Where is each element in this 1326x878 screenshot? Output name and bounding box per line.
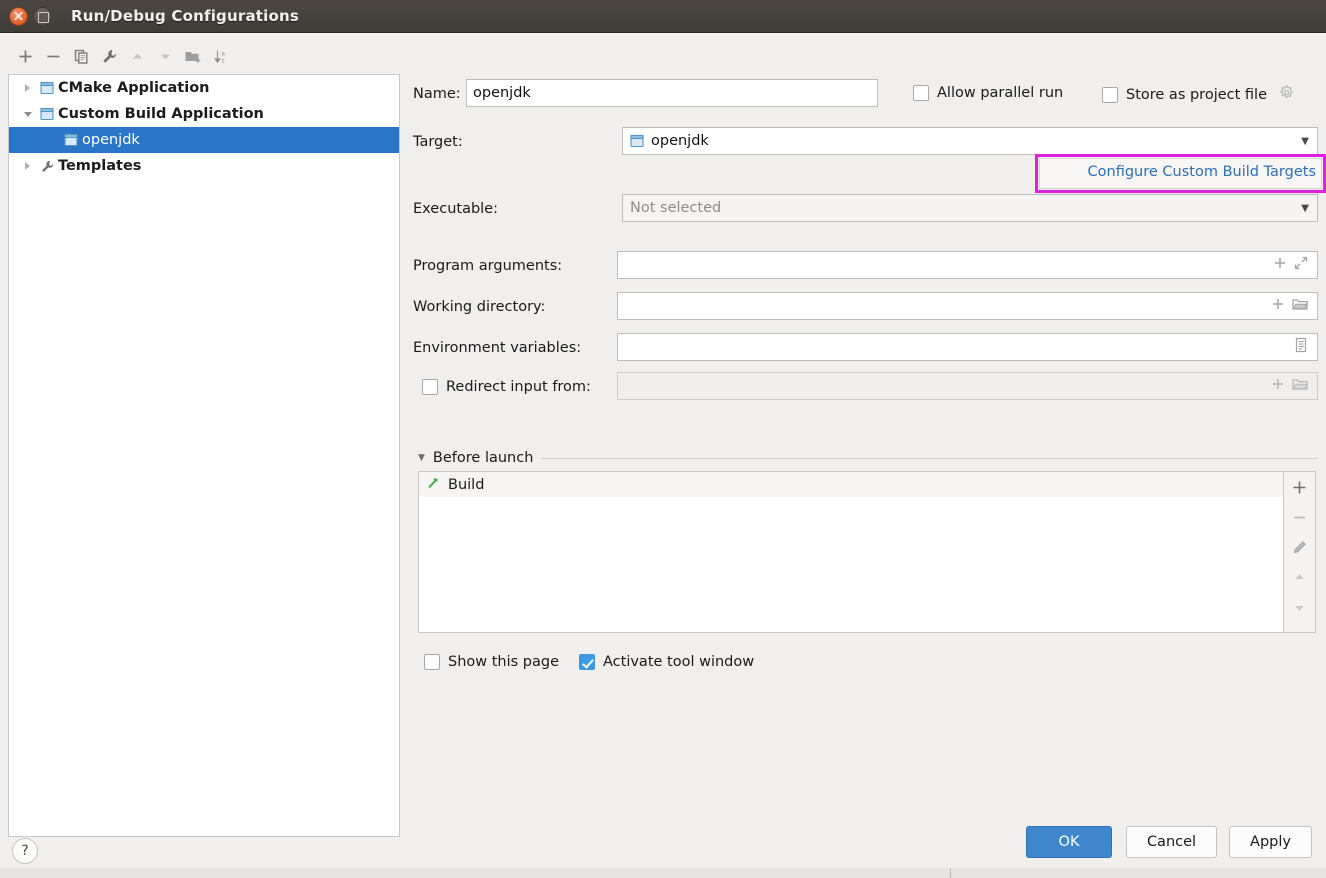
- application-icon: [36, 81, 58, 95]
- before-launch-side-toolbar: [1284, 471, 1316, 633]
- plus-icon[interactable]: [1271, 297, 1285, 315]
- remove-button[interactable]: [40, 45, 66, 69]
- chevron-down-icon[interactable]: ▼: [1301, 136, 1313, 147]
- window-titlebar: Run/Debug Configurations: [0, 0, 1326, 33]
- program-arguments-label: Program arguments:: [413, 258, 563, 274]
- tree-node-cmake-application[interactable]: CMake Application: [9, 75, 399, 101]
- executable-combobox[interactable]: Not selected ▼: [622, 194, 1318, 222]
- help-button[interactable]: ?: [12, 838, 38, 864]
- folder-icon[interactable]: [1292, 297, 1308, 315]
- application-icon: [36, 107, 58, 121]
- application-icon: [60, 133, 82, 147]
- allow-parallel-run-checkbox[interactable]: [913, 85, 929, 101]
- tree-node-custom-build-application[interactable]: Custom Build Application: [9, 101, 399, 127]
- tree-node-label: Custom Build Application: [58, 106, 264, 122]
- application-icon: [630, 134, 644, 148]
- redirect-input-row[interactable]: Redirect input from:: [422, 379, 591, 395]
- copy-icon[interactable]: [68, 45, 94, 69]
- expander-collapsed-icon[interactable]: [19, 161, 36, 171]
- edit-task-button[interactable]: [1285, 532, 1315, 562]
- tree-node-label: openjdk: [82, 132, 140, 148]
- show-this-page-label: Show this page: [448, 654, 560, 670]
- list-document-icon[interactable]: [1294, 337, 1308, 357]
- tree-node-templates[interactable]: Templates: [9, 153, 399, 179]
- section-divider: [541, 457, 1318, 459]
- strip-divider: [950, 868, 951, 878]
- before-launch-task-list[interactable]: Build: [418, 471, 1284, 633]
- tree-node-label: Templates: [58, 158, 142, 174]
- cancel-button[interactable]: Cancel: [1126, 826, 1217, 858]
- show-this-page-row[interactable]: Show this page: [424, 654, 559, 670]
- working-directory-label: Working directory:: [413, 299, 546, 315]
- wrench-icon[interactable]: [96, 45, 122, 69]
- target-value: openjdk: [651, 133, 709, 149]
- target-combobox[interactable]: openjdk ▼: [622, 127, 1318, 155]
- configurations-pane: a z CMake Application Custom Build Appli…: [0, 33, 404, 845]
- move-task-up-button[interactable]: [1285, 562, 1315, 592]
- expander-expanded-icon[interactable]: ▼: [418, 453, 425, 463]
- apply-button[interactable]: Apply: [1229, 826, 1312, 858]
- move-task-down-button[interactable]: [1285, 592, 1315, 622]
- chevron-down-icon[interactable]: ▼: [1301, 203, 1313, 214]
- tree-toolbar: a z: [8, 43, 400, 70]
- configure-custom-build-targets-link[interactable]: Configure Custom Build Targets: [1039, 164, 1316, 180]
- svg-text:z: z: [221, 58, 224, 64]
- expander-expanded-icon[interactable]: [19, 110, 36, 119]
- redirect-input-label: Redirect input from:: [446, 379, 591, 395]
- allow-parallel-run-label: Allow parallel run: [937, 85, 1064, 101]
- arrow-down-icon[interactable]: [152, 45, 178, 69]
- configurations-tree[interactable]: CMake Application Custom Build Applicati…: [8, 74, 400, 837]
- run-debug-configurations-dialog: Run/Debug Configurations a z CMake Appli…: [0, 0, 1326, 878]
- dialog-content: a z CMake Application Custom Build Appli…: [0, 33, 1326, 878]
- store-as-project-file-row[interactable]: Store as project file: [1102, 85, 1294, 104]
- program-arguments-input[interactable]: [617, 251, 1318, 279]
- activate-tool-window-checkbox[interactable]: [579, 654, 595, 670]
- gear-icon[interactable]: [1279, 85, 1294, 104]
- folder-add-icon[interactable]: [180, 45, 206, 69]
- working-directory-input[interactable]: [617, 292, 1318, 320]
- ok-button[interactable]: OK: [1026, 826, 1112, 858]
- store-as-project-file-label: Store as project file: [1126, 86, 1267, 103]
- store-as-project-file-checkbox[interactable]: [1102, 86, 1118, 103]
- task-label: Build: [448, 476, 485, 493]
- arrow-up-icon[interactable]: [124, 45, 150, 69]
- allow-parallel-run-row[interactable]: Allow parallel run: [913, 85, 1063, 101]
- redirect-input-field[interactable]: [617, 372, 1318, 400]
- background-window-strip: [0, 868, 1326, 878]
- before-launch-title: Before launch: [432, 450, 534, 466]
- activate-tool-window-row[interactable]: Activate tool window: [579, 654, 754, 670]
- folder-icon[interactable]: [1292, 377, 1308, 395]
- plus-icon[interactable]: [1271, 377, 1285, 395]
- executable-placeholder: Not selected: [630, 200, 722, 216]
- target-label: Target:: [413, 134, 463, 150]
- svg-text:a: a: [221, 52, 225, 58]
- sort-az-icon[interactable]: a z: [208, 45, 234, 69]
- hammer-icon: [426, 475, 441, 494]
- add-task-button[interactable]: [1285, 472, 1315, 502]
- wrench-icon: [36, 159, 58, 174]
- window-title: Run/Debug Configurations: [71, 7, 300, 25]
- task-row-build[interactable]: Build: [419, 472, 1283, 497]
- add-button[interactable]: [12, 45, 38, 69]
- before-launch-header[interactable]: ▼ Before launch: [418, 450, 1318, 466]
- tree-node-label: CMake Application: [58, 80, 210, 96]
- tree-node-openjdk[interactable]: openjdk: [9, 127, 399, 153]
- close-icon[interactable]: [9, 6, 28, 26]
- activate-tool-window-label: Activate tool window: [603, 654, 755, 670]
- executable-label: Executable:: [413, 201, 498, 217]
- environment-variables-input[interactable]: [617, 333, 1318, 361]
- show-this-page-checkbox[interactable]: [424, 654, 440, 670]
- configuration-editor-pane: Name: openjdk Allow parallel run Store a…: [404, 33, 1326, 845]
- remove-task-button[interactable]: [1285, 502, 1315, 532]
- expander-collapsed-icon[interactable]: [19, 83, 36, 93]
- redirect-input-checkbox[interactable]: [422, 379, 438, 395]
- plus-icon[interactable]: [1273, 256, 1287, 274]
- environment-variables-label: Environment variables:: [413, 340, 582, 356]
- name-label: Name:: [413, 86, 461, 102]
- maximize-icon[interactable]: [33, 6, 52, 26]
- expand-icon[interactable]: [1294, 256, 1308, 274]
- name-input[interactable]: openjdk: [466, 79, 878, 107]
